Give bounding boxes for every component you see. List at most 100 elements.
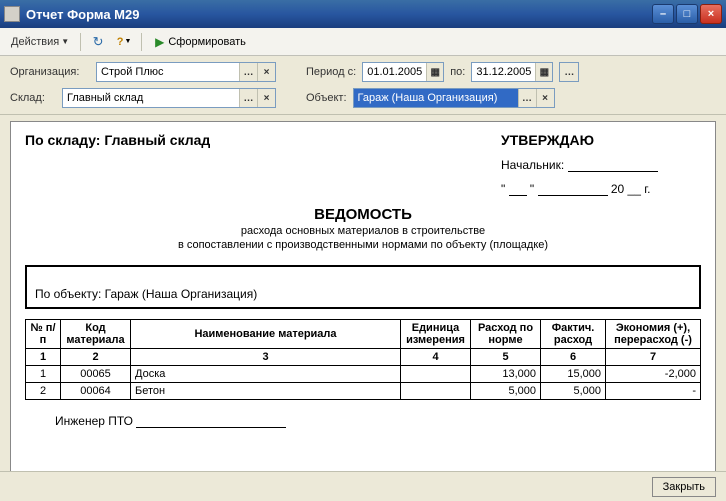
object-label: Объект: xyxy=(306,92,347,104)
col-norm: Расход по норме xyxy=(471,320,541,349)
calendar-button[interactable]: ▦ xyxy=(426,63,443,81)
clear-button[interactable]: × xyxy=(536,89,554,107)
by-object-label: По объекту: Гараж (Наша Организация) xyxy=(35,287,257,301)
table-colnum-row: 1 2 3 4 5 6 7 xyxy=(26,349,701,366)
cell-code: 00064 xyxy=(61,383,131,400)
clear-button[interactable]: × xyxy=(257,89,275,107)
table-row: 1 00065 Доска 13,000 15,000 -2,000 xyxy=(26,366,701,383)
approve-heading: УТВЕРЖДАЮ xyxy=(501,132,701,148)
period-from-input[interactable]: 01.01.2005 ▦ xyxy=(362,62,444,82)
year-tail: 20 __ г. xyxy=(611,182,651,196)
colnum: 6 xyxy=(541,349,606,366)
report-content[interactable]: По складу: Главный склад УТВЕРЖДАЮ Начал… xyxy=(10,121,716,491)
period-from-value: 01.01.2005 xyxy=(363,63,426,81)
signature-row: Инженер ПТО xyxy=(25,414,701,428)
chevron-down-icon: ▼ xyxy=(61,37,69,46)
doc-subtitle1: расхода основных материалов в строительс… xyxy=(25,225,701,237)
window-titlebar: Отчет Форма М29 – □ × xyxy=(0,0,726,28)
warehouse-input[interactable]: Главный склад … × xyxy=(62,88,276,108)
cell-norm: 13,000 xyxy=(471,366,541,383)
cell-econ: - xyxy=(606,383,701,400)
select-button[interactable]: … xyxy=(518,89,536,107)
warehouse-label: Склад: xyxy=(10,92,56,104)
cell-num: 2 xyxy=(26,383,61,400)
actions-menu[interactable]: Действия ▼ xyxy=(6,33,74,51)
actions-label: Действия xyxy=(11,36,59,48)
cell-econ: -2,000 xyxy=(606,366,701,383)
col-num: № п/п xyxy=(26,320,61,349)
separator xyxy=(80,33,81,51)
toolbar: Действия ▼ ↻ ? ▼ ▶ Сформировать xyxy=(0,28,726,56)
question-icon: ? xyxy=(117,36,124,48)
period-label: Период с: xyxy=(306,66,356,78)
generate-button[interactable]: ▶ Сформировать xyxy=(148,32,253,52)
colnum: 2 xyxy=(61,349,131,366)
engineer-signature-line xyxy=(136,416,286,428)
chief-label: Начальник: xyxy=(501,158,564,172)
cell-fact: 15,000 xyxy=(541,366,606,383)
date-row: " " 20 __ г. xyxy=(501,182,701,196)
colnum: 1 xyxy=(26,349,61,366)
close-label: Закрыть xyxy=(663,481,705,493)
chevron-down-icon: ▼ xyxy=(125,38,132,45)
month-line xyxy=(538,184,608,196)
refresh-icon: ↻ xyxy=(93,34,104,50)
engineer-label: Инженер ПТО xyxy=(55,414,133,428)
col-econ: Экономия (+), перерасход (-) xyxy=(606,320,701,349)
colnum: 5 xyxy=(471,349,541,366)
day-line xyxy=(509,184,527,196)
minimize-button[interactable]: – xyxy=(652,4,674,24)
warehouse-value: Главный склад xyxy=(63,89,239,107)
help-button[interactable]: ? ▼ xyxy=(113,31,135,53)
app-icon xyxy=(4,6,20,22)
cell-unit xyxy=(401,383,471,400)
period-to-label: по: xyxy=(450,66,465,78)
cell-unit xyxy=(401,366,471,383)
cell-name: Доска xyxy=(131,366,401,383)
period-to-input[interactable]: 31.12.2005 ▦ xyxy=(471,62,553,82)
select-button[interactable]: … xyxy=(239,63,257,81)
org-input[interactable]: Строй Плюс … × xyxy=(96,62,276,82)
separator xyxy=(141,33,142,51)
chief-signature-line xyxy=(568,160,658,172)
cell-fact: 5,000 xyxy=(541,383,606,400)
clear-button[interactable]: × xyxy=(257,63,275,81)
params-panel: Организация: Строй Плюс … × Период с: 01… xyxy=(0,56,726,115)
doc-title-block: ВЕДОМОСТЬ расхода основных материалов в … xyxy=(25,206,701,251)
footer-bar: Закрыть xyxy=(0,471,726,501)
colnum: 3 xyxy=(131,349,401,366)
col-fact: Фактич. расход xyxy=(541,320,606,349)
window-title: Отчет Форма М29 xyxy=(26,7,652,22)
cell-name: Бетон xyxy=(131,383,401,400)
colnum: 4 xyxy=(401,349,471,366)
colnum: 7 xyxy=(606,349,701,366)
close-window-button[interactable]: × xyxy=(700,4,722,24)
col-code: Код материала xyxy=(61,320,131,349)
col-unit: Единица измерения xyxy=(401,320,471,349)
close-button[interactable]: Закрыть xyxy=(652,477,716,497)
col-name: Наименование материала xyxy=(131,320,401,349)
play-icon: ▶ xyxy=(155,35,164,49)
org-label: Организация: xyxy=(10,66,90,78)
table-row: 2 00064 Бетон 5,000 5,000 - xyxy=(26,383,701,400)
object-value: Гараж (Наша Организация) xyxy=(354,89,518,107)
calendar-button[interactable]: ▦ xyxy=(535,63,552,81)
period-picker-button[interactable]: … xyxy=(559,62,579,82)
object-input[interactable]: Гараж (Наша Организация) … × xyxy=(353,88,555,108)
maximize-button[interactable]: □ xyxy=(676,4,698,24)
select-button[interactable]: … xyxy=(239,89,257,107)
doc-title: ВЕДОМОСТЬ xyxy=(25,206,701,223)
materials-table: № п/п Код материала Наименование материа… xyxy=(25,319,701,400)
generate-label: Сформировать xyxy=(168,36,246,48)
cell-code: 00065 xyxy=(61,366,131,383)
object-box: По объекту: Гараж (Наша Организация) xyxy=(25,265,701,309)
doc-subtitle2: в сопоставлении с производственными норм… xyxy=(25,239,701,251)
chief-row: Начальник: xyxy=(501,158,701,172)
period-to-value: 31.12.2005 xyxy=(472,63,535,81)
org-value: Строй Плюс xyxy=(97,63,239,81)
by-warehouse-heading: По складу: Главный склад xyxy=(25,132,210,196)
refresh-button[interactable]: ↻ xyxy=(87,31,109,53)
cell-num: 1 xyxy=(26,366,61,383)
cell-norm: 5,000 xyxy=(471,383,541,400)
table-header-row: № п/п Код материала Наименование материа… xyxy=(26,320,701,349)
